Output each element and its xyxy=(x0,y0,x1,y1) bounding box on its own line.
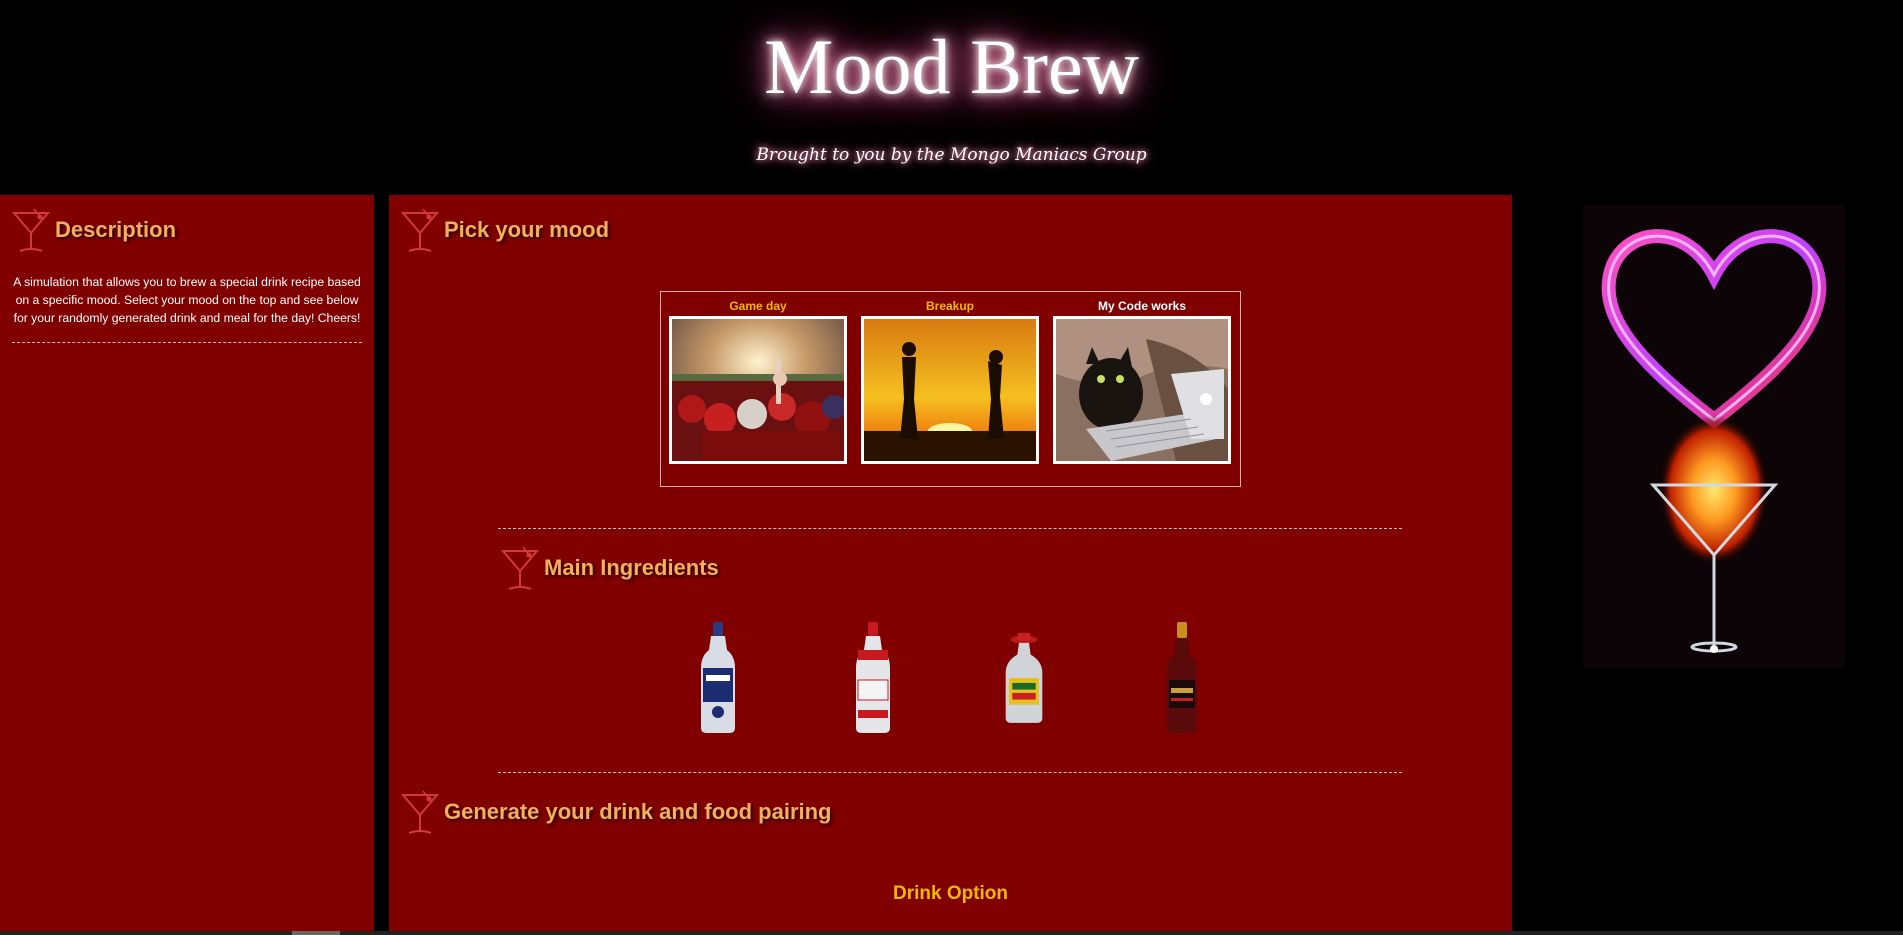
drink-option-label: Drink Option xyxy=(892,883,1009,904)
tequila-bottle-icon[interactable] xyxy=(999,620,1049,735)
description-text: A simulation that allows you to brew a s… xyxy=(13,275,361,325)
horizontal-scrollbar-track[interactable] xyxy=(0,931,1903,935)
cocktail-glass-icon xyxy=(11,208,51,252)
description-panel: Description A simulation that allows you… xyxy=(0,195,374,935)
mood-label: Game day xyxy=(729,299,787,313)
description-heading: Description xyxy=(55,217,177,242)
mood-label: Breakup xyxy=(925,299,975,313)
main-panel: Pick your mood Game day Breakup My Code … xyxy=(389,195,1512,935)
generate-heading: Generate your drink and food pairing xyxy=(444,799,832,824)
mood-option-my-code-works[interactable]: My Code works xyxy=(1053,298,1231,469)
mood-selector: Game day Breakup My Code works xyxy=(660,291,1241,487)
divider xyxy=(498,528,1402,529)
mood-option-game-day[interactable]: Game day xyxy=(669,298,847,469)
site-header: Mood Brew Brought to you by the Mongo Ma… xyxy=(0,0,1903,195)
breakup-image xyxy=(861,316,1039,464)
site-title: Mood Brew xyxy=(764,23,1139,110)
rum-bottle-icon[interactable] xyxy=(1157,620,1207,735)
site-subtitle: Brought to you by the Mongo Maniacs Grou… xyxy=(756,145,1147,165)
cocktail-glass-icon xyxy=(400,208,440,252)
divider xyxy=(12,342,362,343)
mood-label: My Code works xyxy=(1097,299,1187,313)
vodka-bottle-red-icon[interactable] xyxy=(848,620,898,735)
horizontal-scrollbar-thumb[interactable] xyxy=(292,931,340,935)
mood-heading: Pick your mood xyxy=(444,217,610,242)
divider xyxy=(498,772,1402,773)
vodka-bottle-blue-icon[interactable] xyxy=(693,620,743,735)
game-day-image xyxy=(669,316,847,464)
ingredients-heading: Main Ingredients xyxy=(544,555,719,580)
code-works-image xyxy=(1053,316,1231,464)
cocktail-glass-icon xyxy=(400,790,440,834)
cocktail-glass-icon xyxy=(500,546,540,590)
flaming-heart-cocktail-image xyxy=(1583,205,1845,668)
mood-option-breakup[interactable]: Breakup xyxy=(861,298,1039,469)
